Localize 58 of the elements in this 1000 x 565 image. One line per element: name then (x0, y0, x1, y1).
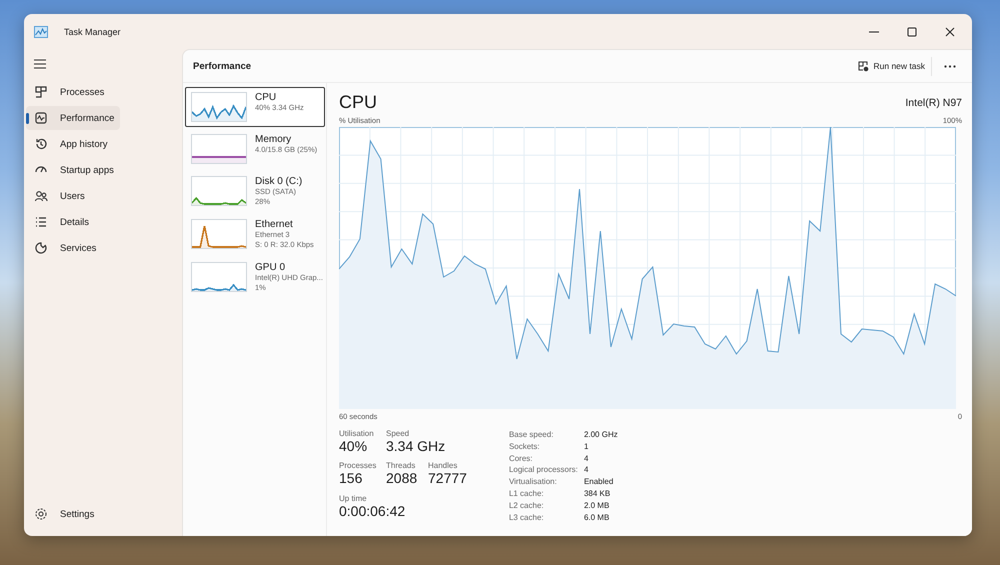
task-icon (858, 60, 868, 72)
app-icon (34, 26, 48, 38)
stat-value: 156 (339, 470, 364, 488)
spec-label: Cores: (508, 452, 534, 464)
nav-item[interactable]: App history (26, 132, 114, 156)
grid-icon (34, 85, 48, 99)
nav-item[interactable]: Services (26, 236, 102, 260)
stat-value: 40% (339, 438, 368, 455)
stat-value: 0:00:06:42 (339, 502, 406, 520)
spec-label: L2 cache: (508, 500, 545, 512)
more-icon (944, 64, 956, 68)
close-icon (945, 26, 955, 36)
device-name: CPU (255, 92, 278, 103)
cpu-model: Intel(R) N97 (905, 97, 962, 109)
stat-value: 72777 (428, 470, 467, 488)
spec-value: 2.0 MB (584, 500, 610, 512)
list-icon (34, 215, 48, 229)
stat-label: Speed (386, 429, 410, 438)
nav-item[interactable]: Startup apps (26, 158, 120, 182)
nav-item[interactable]: Details (26, 210, 96, 234)
history-icon (34, 137, 48, 151)
nav-item[interactable]: Users (26, 184, 91, 208)
spec-value: 4 (584, 452, 590, 464)
device-name: Ethernet (255, 219, 294, 230)
stat-label: Handles (428, 461, 458, 470)
device-name: GPU 0 (255, 262, 286, 273)
spec-value: 6.0 MB (584, 512, 610, 524)
spec-value: 384 KB (584, 488, 612, 500)
spec-label: Sockets: (508, 440, 541, 453)
stat-label: Processes (339, 461, 378, 470)
spec-value: 1 (584, 440, 590, 453)
chart-icon (34, 111, 48, 125)
spec-value: Enabled (584, 476, 614, 488)
settings-icon (34, 507, 48, 521)
spec-label: L1 cache: (508, 488, 545, 500)
cpu-title: CPU (339, 91, 378, 113)
window-title: Task Manager (64, 26, 121, 36)
device-name: Disk 0 (C:) (255, 176, 302, 187)
users-icon (34, 189, 48, 203)
spec-label: Base speed: (508, 429, 554, 441)
maximize-icon (907, 26, 917, 36)
settings-button[interactable]: Settings (26, 502, 178, 526)
stat-label: Up time (339, 494, 368, 503)
spec-label: Logical processors: (508, 464, 579, 476)
spec-label: L3 cache: (508, 512, 545, 524)
stat-value: 2088 (386, 470, 418, 488)
stat-label: Utilisation (339, 429, 375, 438)
run-new-task-button[interactable]: Run new task (852, 56, 932, 76)
stat-value: 3.34 GHz (386, 438, 446, 455)
nav-item[interactable]: Performance (26, 106, 120, 130)
menu-icon[interactable] (34, 59, 46, 69)
spec-label: Virtualisation: (508, 476, 558, 488)
stat-label: Threads (386, 461, 416, 470)
spec-value: 2.00 GHz (584, 429, 618, 441)
spec-value: 4 (584, 464, 590, 476)
device-name: Memory (255, 134, 292, 145)
page-title: Performance (193, 60, 252, 72)
nav-item[interactable]: Processes (26, 80, 110, 104)
